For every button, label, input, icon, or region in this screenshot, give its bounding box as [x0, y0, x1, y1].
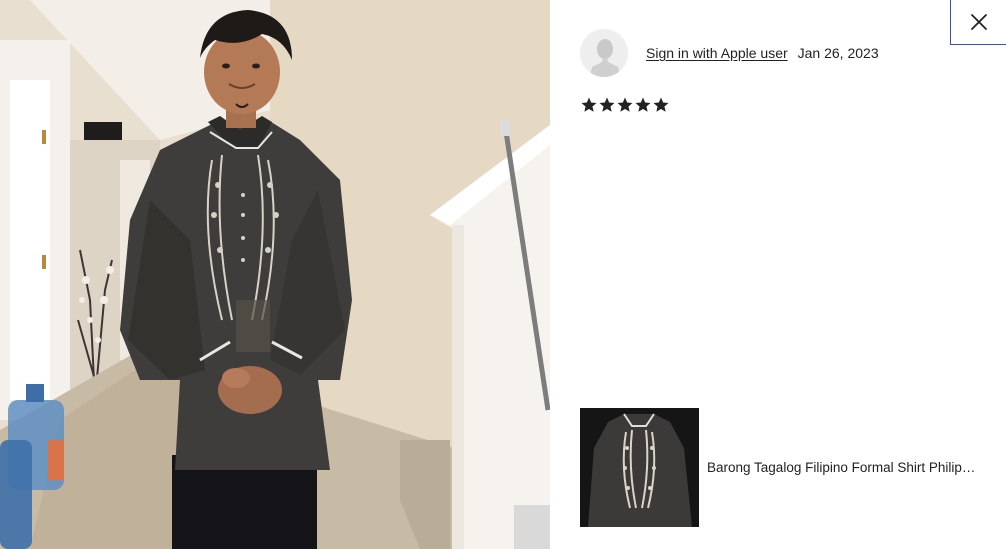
- star-icon: [599, 97, 615, 112]
- product-title[interactable]: Barong Tagalog Filipino Formal Shirt Phi…: [707, 460, 1001, 475]
- review-date: Jan 26, 2023: [797, 45, 879, 61]
- reviewer-row: Sign in with Apple user Jan 26, 2023: [580, 29, 879, 77]
- star-icon: [617, 97, 633, 112]
- product-thumbnail[interactable]: [580, 408, 699, 527]
- review-photo: [0, 0, 550, 549]
- review-details-panel: Sign in with Apple user Jan 26, 2023 Bar…: [550, 0, 1006, 549]
- star-rating: [580, 96, 670, 114]
- close-icon: [970, 14, 987, 30]
- product-link[interactable]: Barong Tagalog Filipino Formal Shirt Phi…: [580, 408, 1002, 527]
- user-silhouette-icon: [580, 29, 628, 77]
- product-image: [580, 408, 699, 527]
- reviewer-name-link[interactable]: Sign in with Apple user: [646, 45, 788, 61]
- avatar: [580, 29, 628, 77]
- star-icon: [635, 97, 651, 112]
- close-button[interactable]: [950, 0, 1006, 45]
- star-icon: [653, 97, 669, 112]
- star-icon: [581, 97, 597, 112]
- review-photo-illustration: [0, 0, 550, 549]
